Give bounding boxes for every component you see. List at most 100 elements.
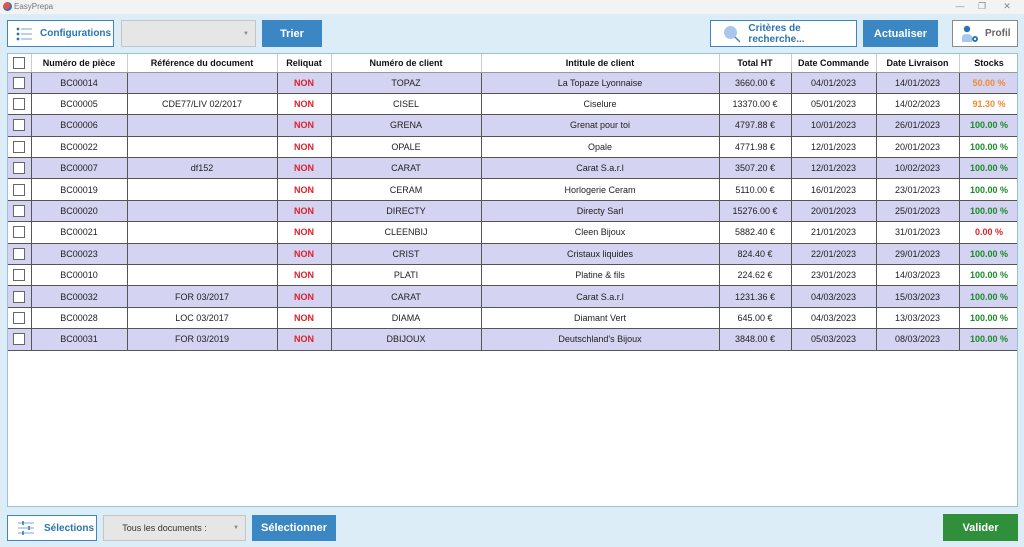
table-row[interactable]: BC00031 FOR 03/2019 NON DBIJOUX Deutschland'… bbox=[8, 328, 1017, 351]
close-button[interactable]: ✕ bbox=[1000, 1, 1014, 12]
cell-client-number: OPALE bbox=[331, 136, 482, 159]
table-row[interactable]: BC00021 NON CLEENBIJ Cleen Bijoux 5882.40 €2… bbox=[8, 221, 1017, 244]
row-checkbox[interactable] bbox=[13, 76, 26, 89]
select-all-checkbox[interactable] bbox=[13, 56, 26, 69]
row-checkbox[interactable] bbox=[13, 269, 26, 282]
row-checkbox[interactable] bbox=[13, 205, 26, 218]
cell-select[interactable] bbox=[8, 178, 32, 201]
cell-date-livraison: 08/03/2023 bbox=[876, 328, 960, 351]
cell-reference: LOC 03/2017 bbox=[127, 307, 278, 330]
table-row[interactable]: BC00020 NON DIRECTY Directy Sarl 15276.00 €2… bbox=[8, 200, 1017, 223]
table-row[interactable]: BC00028 LOC 03/2017 NON DIAMA Diamant Vert 64… bbox=[8, 307, 1017, 330]
cell-stocks: 100.00 % bbox=[959, 200, 1017, 223]
configurations-button[interactable]: Configurations bbox=[7, 20, 114, 47]
row-checkbox[interactable] bbox=[13, 247, 26, 260]
row-checkbox[interactable] bbox=[13, 98, 26, 111]
cell-reliquat: NON bbox=[277, 157, 332, 180]
minimize-button[interactable]: — bbox=[953, 1, 967, 11]
cell-stocks: 100.00 % bbox=[959, 178, 1017, 201]
select-all-header[interactable] bbox=[8, 54, 32, 73]
col-header-client-number[interactable]: Numéro de client bbox=[331, 54, 482, 73]
cell-stocks: 100.00 % bbox=[959, 157, 1017, 180]
valider-button[interactable]: Valider bbox=[943, 514, 1018, 541]
col-header-total-ht[interactable]: Total HT bbox=[719, 54, 792, 73]
cell-client-name: Directy Sarl bbox=[481, 200, 720, 223]
cell-reliquat: NON bbox=[277, 307, 332, 330]
cell-client-name: Carat S.a.r.l bbox=[481, 285, 720, 308]
selectionner-button[interactable]: Sélectionner bbox=[252, 515, 336, 541]
search-criteria-button[interactable]: Critères de recherche... bbox=[710, 20, 857, 47]
cell-stocks: 0.00 % bbox=[959, 221, 1017, 244]
table-row[interactable]: BC00010 NON PLATI Platine & fils 224.62 €23/… bbox=[8, 264, 1017, 287]
cell-date-commande: 23/01/2023 bbox=[791, 264, 877, 287]
cell-date-commande: 16/01/2023 bbox=[791, 178, 877, 201]
row-checkbox[interactable] bbox=[13, 119, 26, 132]
actualiser-button[interactable]: Actualiser bbox=[863, 20, 938, 47]
cell-client-number: DIAMA bbox=[331, 307, 482, 330]
cell-reference bbox=[127, 200, 278, 223]
row-checkbox[interactable] bbox=[13, 162, 26, 175]
table-row[interactable]: BC00022 NON OPALE Opale 4771.98 €12/01/2023 2… bbox=[8, 136, 1017, 159]
table-row[interactable]: BC00032 FOR 03/2017 NON CARAT Carat S.a.r.l 1… bbox=[8, 285, 1017, 308]
cell-client-name: Carat S.a.r.l bbox=[481, 157, 720, 180]
cell-select[interactable] bbox=[8, 136, 32, 159]
cell-piece: BC00010 bbox=[31, 264, 128, 287]
cell-piece: BC00006 bbox=[31, 114, 128, 137]
cell-reference bbox=[127, 136, 278, 159]
row-checkbox[interactable] bbox=[13, 311, 26, 324]
cell-select[interactable] bbox=[8, 200, 32, 223]
search-icon bbox=[724, 25, 741, 43]
cell-piece: BC00014 bbox=[31, 72, 128, 94]
cell-select[interactable] bbox=[8, 307, 32, 330]
cell-select[interactable] bbox=[8, 93, 32, 116]
table-row[interactable]: BC00007 df152 NON CARAT Carat S.a.r.l 3507.20… bbox=[8, 157, 1017, 180]
cell-select[interactable] bbox=[8, 243, 32, 266]
col-header-reliquat[interactable]: Reliquat bbox=[277, 54, 332, 73]
maximize-button[interactable]: ❐ bbox=[975, 1, 989, 12]
cell-select[interactable] bbox=[8, 328, 32, 351]
row-checkbox[interactable] bbox=[13, 183, 26, 196]
col-header-date-commande[interactable]: Date Commande bbox=[791, 54, 877, 73]
cell-date-commande: 05/03/2023 bbox=[791, 328, 877, 351]
cell-select[interactable] bbox=[8, 114, 32, 137]
cell-piece: BC00019 bbox=[31, 178, 128, 201]
table-row[interactable]: BC00023 NON CRIST Cristaux liquides 824.40 €… bbox=[8, 243, 1017, 266]
col-header-client-name[interactable]: Intitule de client bbox=[481, 54, 720, 73]
user-settings-icon bbox=[962, 25, 978, 42]
cell-select[interactable] bbox=[8, 72, 32, 94]
table-header-row: Numéro de pièce Référence du document Re… bbox=[8, 54, 1017, 73]
cell-select[interactable] bbox=[8, 157, 32, 180]
selections-button[interactable]: Sélections bbox=[7, 515, 97, 541]
col-header-stocks[interactable]: Stocks bbox=[959, 54, 1017, 73]
configuration-select[interactable]: ▼ bbox=[121, 20, 256, 47]
cell-stocks: 100.00 % bbox=[959, 136, 1017, 159]
cell-date-commande: 21/01/2023 bbox=[791, 221, 877, 244]
cell-date-commande: 12/01/2023 bbox=[791, 157, 877, 180]
col-header-date-livraison[interactable]: Date Livraison bbox=[876, 54, 960, 73]
profil-label: Profil bbox=[985, 28, 1011, 39]
trier-button[interactable]: Trier bbox=[262, 20, 322, 47]
table-row[interactable]: BC00006 NON GRENA Grenat pour toi 4797.88 €1… bbox=[8, 114, 1017, 137]
row-checkbox[interactable] bbox=[13, 226, 26, 239]
row-checkbox[interactable] bbox=[13, 140, 26, 153]
cell-piece: BC00007 bbox=[31, 157, 128, 180]
row-checkbox[interactable] bbox=[13, 290, 26, 303]
row-checkbox[interactable] bbox=[13, 333, 26, 346]
table-row[interactable]: BC00019 NON CERAM Horlogerie Ceram 5110.00 €… bbox=[8, 178, 1017, 201]
col-header-piece[interactable]: Numéro de pièce bbox=[31, 54, 128, 73]
cell-piece: BC00020 bbox=[31, 200, 128, 223]
cell-client-name: Opale bbox=[481, 136, 720, 159]
table-row[interactable]: BC00014 NON TOPAZ La Topaze Lyonnaise 3660.0… bbox=[8, 72, 1017, 94]
profil-button[interactable]: Profil bbox=[952, 20, 1018, 47]
cell-select[interactable] bbox=[8, 285, 32, 308]
documents-filter-select[interactable]: Tous les documents : ▼ bbox=[103, 515, 246, 541]
cell-client-number: DBIJOUX bbox=[331, 328, 482, 351]
cell-select[interactable] bbox=[8, 264, 32, 287]
cell-stocks: 100.00 % bbox=[959, 285, 1017, 308]
cell-client-number: PLATI bbox=[331, 264, 482, 287]
cell-reference bbox=[127, 264, 278, 287]
cell-select[interactable] bbox=[8, 221, 32, 244]
table-row[interactable]: BC00005 CDE77/LIV 02/2017 NON CISEL Ciselure… bbox=[8, 93, 1017, 116]
cell-date-commande: 04/03/2023 bbox=[791, 285, 877, 308]
col-header-reference[interactable]: Référence du document bbox=[127, 54, 278, 73]
